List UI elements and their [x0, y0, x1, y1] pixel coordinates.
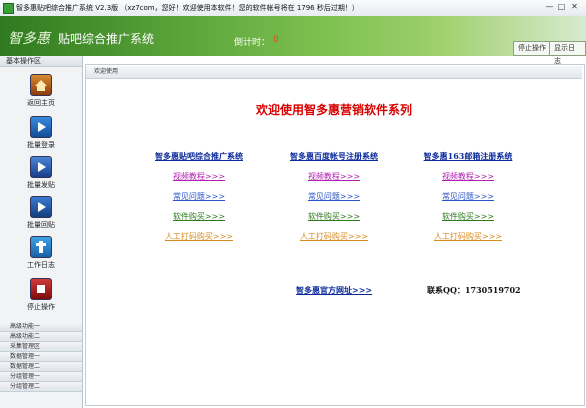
product-title-link[interactable]: 智多惠百度帐号注册系统: [264, 151, 404, 162]
buy-software-link[interactable]: 软件购买>>>: [264, 211, 404, 222]
close-button[interactable]: ✕: [569, 2, 580, 12]
logo: 智多惠: [8, 31, 50, 47]
accordion-item[interactable]: 分组管理一: [0, 372, 82, 382]
play-icon: [30, 196, 52, 218]
stop-operation-button[interactable]: 停止操作: [513, 41, 551, 56]
buy-captcha-link[interactable]: 人工打码购买>>>: [129, 231, 269, 242]
sidebar-item-home[interactable]: 返回主页: [0, 74, 82, 112]
accordion-item[interactable]: 高级功能二: [0, 332, 82, 342]
product-column-tieba: 智多惠贴吧综合推广系统 视频教程>>> 常见问题>>> 软件购买>>> 人工打码…: [129, 151, 269, 242]
buy-captcha-link[interactable]: 人工打码购买>>>: [264, 231, 404, 242]
faq-link[interactable]: 常见问题>>>: [264, 191, 404, 202]
sidebar-item-work-log[interactable]: 工作日志: [0, 236, 82, 274]
countdown-value: 0: [273, 35, 279, 45]
sidebar-item-label: 批量登录: [27, 141, 55, 149]
buy-software-link[interactable]: 软件购买>>>: [129, 211, 269, 222]
play-icon: [30, 116, 52, 138]
video-tutorial-link[interactable]: 视频教程>>>: [129, 171, 269, 182]
sidebar-item-label: 批量回贴: [27, 221, 55, 229]
title-bar: 智多惠贴吧综合推广系统 V2.3版 （xz7com，您好！欢迎使用本软件！您的软…: [0, 0, 586, 17]
official-site-link[interactable]: 智多惠官方网址>>>: [296, 285, 372, 296]
play-icon: [30, 156, 52, 178]
contact-qq: 联系QQ：1730519702: [427, 285, 521, 295]
product-column-baidu: 智多惠百度帐号注册系统 视频教程>>> 常见问题>>> 软件购买>>> 人工打码…: [264, 151, 404, 242]
sidebar-header: 基本操作区: [0, 56, 82, 67]
sidebar-item-label: 停止操作: [27, 303, 55, 311]
home-icon: [30, 74, 52, 96]
product-title-link[interactable]: 智多惠163邮箱注册系统: [398, 151, 538, 162]
log-icon: [30, 236, 52, 258]
product-title-link[interactable]: 智多惠贴吧综合推广系统: [129, 151, 269, 162]
tab-label: 欢迎使用: [94, 68, 119, 75]
accordion-item[interactable]: 数据管理二: [0, 362, 82, 372]
sidebar-item-post[interactable]: 批量发贴: [0, 156, 82, 194]
sidebar-item-label: 返回主页: [27, 99, 55, 107]
sidebar-item-label: 工作日志: [27, 261, 55, 269]
window-title: 智多惠贴吧综合推广系统 V2.3版 （xz7com，您好！欢迎使用本软件！您的软…: [16, 4, 359, 12]
video-tutorial-link[interactable]: 视频教程>>>: [398, 171, 538, 182]
accordion-item[interactable]: 高级功能一: [0, 322, 82, 332]
buy-software-link[interactable]: 软件购买>>>: [398, 211, 538, 222]
buy-captcha-link[interactable]: 人工打码购买>>>: [398, 231, 538, 242]
tab-welcome[interactable]: 欢迎使用: [86, 66, 582, 79]
product-name: 贴吧综合推广系统: [58, 32, 155, 46]
maximize-button[interactable]: □: [556, 2, 567, 12]
video-tutorial-link[interactable]: 视频教程>>>: [264, 171, 404, 182]
sidebar-item-login[interactable]: 批量登录: [0, 116, 82, 154]
countdown-label: 倒计时：: [234, 38, 271, 48]
product-column-163mail: 智多惠163邮箱注册系统 视频教程>>> 常见问题>>> 软件购买>>> 人工打…: [398, 151, 538, 242]
minimize-button[interactable]: —: [544, 2, 555, 12]
faq-link[interactable]: 常见问题>>>: [398, 191, 538, 202]
sidebar-accordion: 高级功能一 高级功能二 采集管理区 数据管理一 数据管理二 分组管理一 分组管理…: [0, 322, 82, 392]
faq-link[interactable]: 常见问题>>>: [129, 191, 269, 202]
stop-icon: [30, 278, 52, 300]
sidebar-item-reply[interactable]: 批量回贴: [0, 196, 82, 234]
sidebar-item-stop[interactable]: 停止操作: [0, 278, 82, 316]
accordion-item[interactable]: 分组管理二: [0, 382, 82, 392]
banner: 智多惠 贴吧综合推广系统 倒计时： 0 停止操作 显示日志: [0, 16, 586, 65]
sidebar-item-label: 批量发贴: [27, 181, 55, 189]
accordion-item[interactable]: 采集管理区: [0, 342, 82, 352]
accordion-item[interactable]: 数据管理一: [0, 352, 82, 362]
app-icon: [3, 3, 14, 14]
welcome-heading: 欢迎使用智多惠营销软件系列: [255, 103, 412, 117]
show-log-button[interactable]: 显示日志: [549, 41, 586, 65]
